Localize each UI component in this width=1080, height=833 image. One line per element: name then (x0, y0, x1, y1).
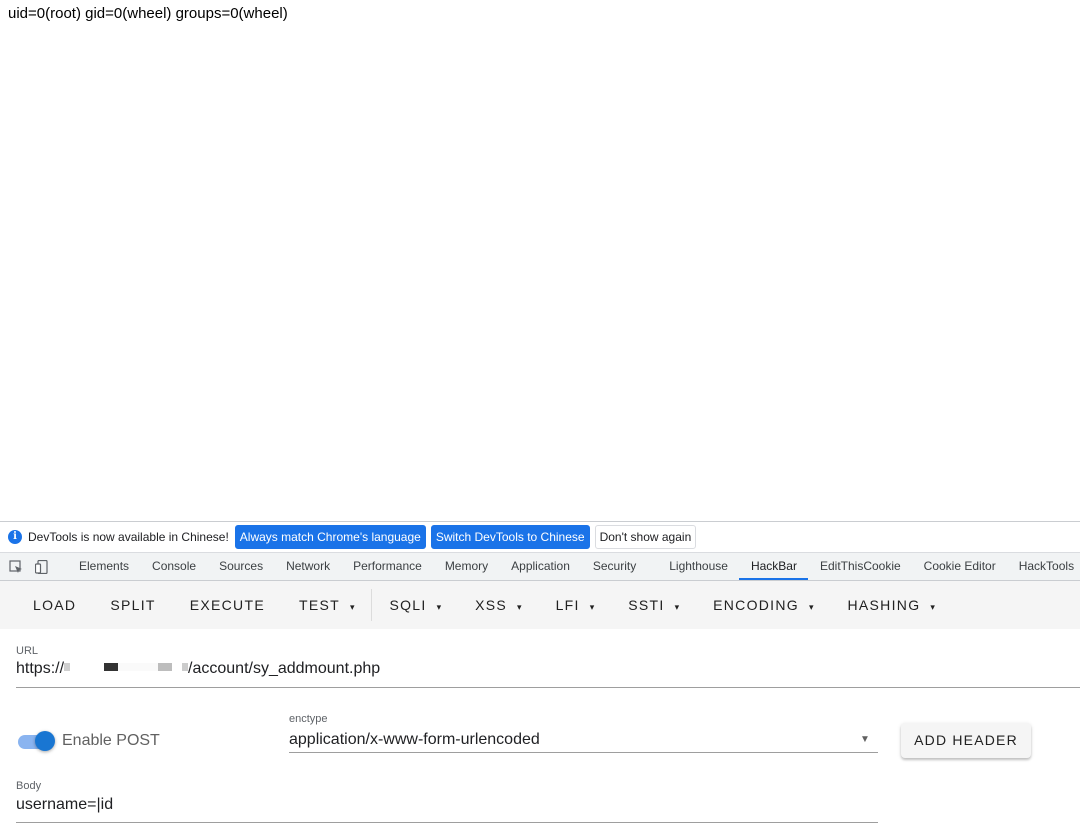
language-infobar: i DevTools is now available in Chinese! … (0, 522, 1080, 553)
chevron-down-icon: ▾ (436, 602, 442, 612)
hashing-label: HASHING (847, 597, 921, 613)
tab-security[interactable]: Security (581, 553, 647, 580)
enable-post-toggle[interactable] (18, 730, 56, 752)
hashing-menu-button[interactable]: HASHING ▾ (831, 587, 952, 623)
chevron-down-icon: ▾ (589, 602, 595, 612)
device-toolbar-icon[interactable] (34, 559, 49, 574)
redacted-host (172, 663, 182, 671)
xss-menu-button[interactable]: XSS ▾ (458, 587, 538, 623)
enctype-select[interactable]: application/x-www-form-urlencoded (289, 731, 540, 749)
url-underline (16, 687, 1080, 688)
ssti-label: SSTI (628, 597, 665, 613)
toggle-thumb (35, 731, 55, 751)
add-header-button[interactable]: ADD HEADER (901, 723, 1031, 758)
ssti-menu-button[interactable]: SSTI ▾ (611, 587, 696, 623)
url-input[interactable]: https:// /account/sy_addmount.php (16, 660, 380, 678)
dont-show-again-button[interactable]: Don't show again (594, 525, 697, 549)
hackbar-toolbar: LOAD SPLIT EXECUTE TEST ▾ SQLI ▾ XSS ▾ LFI ▾… (0, 581, 1080, 629)
chevron-down-icon: ▾ (517, 602, 522, 612)
url-prefix: https:// (16, 660, 65, 677)
test-label: TEST (298, 597, 340, 613)
tab-application[interactable]: Application (499, 553, 581, 580)
inspect-element-icon[interactable] (9, 559, 23, 574)
redacted-host (118, 663, 159, 672)
redacted-host (70, 663, 104, 671)
infobar-message: DevTools is now available in Chinese! (28, 530, 229, 544)
url-field-label: URL (16, 645, 39, 657)
lfi-menu-button[interactable]: LFI ▾ (539, 587, 612, 623)
devtools-tabbar: Elements Console Sources Network Perform… (0, 553, 1080, 581)
chevron-down-icon: ▾ (349, 602, 355, 612)
tab-hackbar[interactable]: HackBar (738, 553, 808, 580)
url-path: /account/sy_addmount.php (188, 660, 381, 677)
tab-sources[interactable]: Sources (207, 553, 274, 580)
sqli-label: SQLI (389, 597, 427, 613)
xss-label: XSS (475, 597, 508, 613)
body-input[interactable]: username=|id (16, 796, 113, 814)
enctype-underline (289, 752, 878, 753)
body-field-label: Body (16, 780, 42, 792)
encoding-label: ENCODING (713, 597, 799, 613)
tab-elements[interactable]: Elements (67, 553, 140, 580)
always-match-language-button[interactable]: Always match Chrome's language (234, 525, 426, 549)
split-button[interactable]: SPLIT (93, 587, 172, 623)
tab-lighthouse[interactable]: Lighthouse (657, 553, 739, 580)
tab-editthiscookie[interactable]: EditThisCookie (808, 553, 912, 580)
tab-hacktools[interactable]: HackTools (1007, 553, 1080, 580)
sqli-menu-button[interactable]: SQLI ▾ (372, 587, 458, 623)
execute-button[interactable]: EXECUTE (173, 587, 282, 623)
info-icon: i (8, 530, 22, 544)
chevron-down-icon: ▾ (808, 602, 814, 612)
enable-post-label: Enable POST (62, 732, 160, 749)
lfi-label: LFI (555, 597, 580, 613)
redacted-host (158, 663, 173, 672)
chevron-down-icon: ▾ (674, 602, 680, 612)
load-button[interactable]: LOAD (16, 587, 93, 623)
test-menu-button[interactable]: TEST ▾ (282, 587, 372, 623)
enctype-label: enctype (289, 713, 328, 725)
switch-to-chinese-button[interactable]: Switch DevTools to Chinese (430, 525, 590, 549)
redacted-host (104, 663, 119, 672)
body-underline (16, 822, 878, 823)
tab-cookie-editor[interactable]: Cookie Editor (912, 553, 1007, 580)
tab-console[interactable]: Console (140, 553, 207, 580)
tab-performance[interactable]: Performance (341, 553, 433, 580)
dropdown-arrow-icon[interactable]: ▼ (860, 734, 870, 745)
tab-network[interactable]: Network (274, 553, 341, 580)
encoding-menu-button[interactable]: ENCODING ▾ (696, 587, 830, 623)
chevron-down-icon: ▾ (930, 602, 935, 612)
tab-memory[interactable]: Memory (433, 553, 499, 580)
page-output-text: uid=0(root) gid=0(wheel) groups=0(wheel) (8, 5, 288, 22)
